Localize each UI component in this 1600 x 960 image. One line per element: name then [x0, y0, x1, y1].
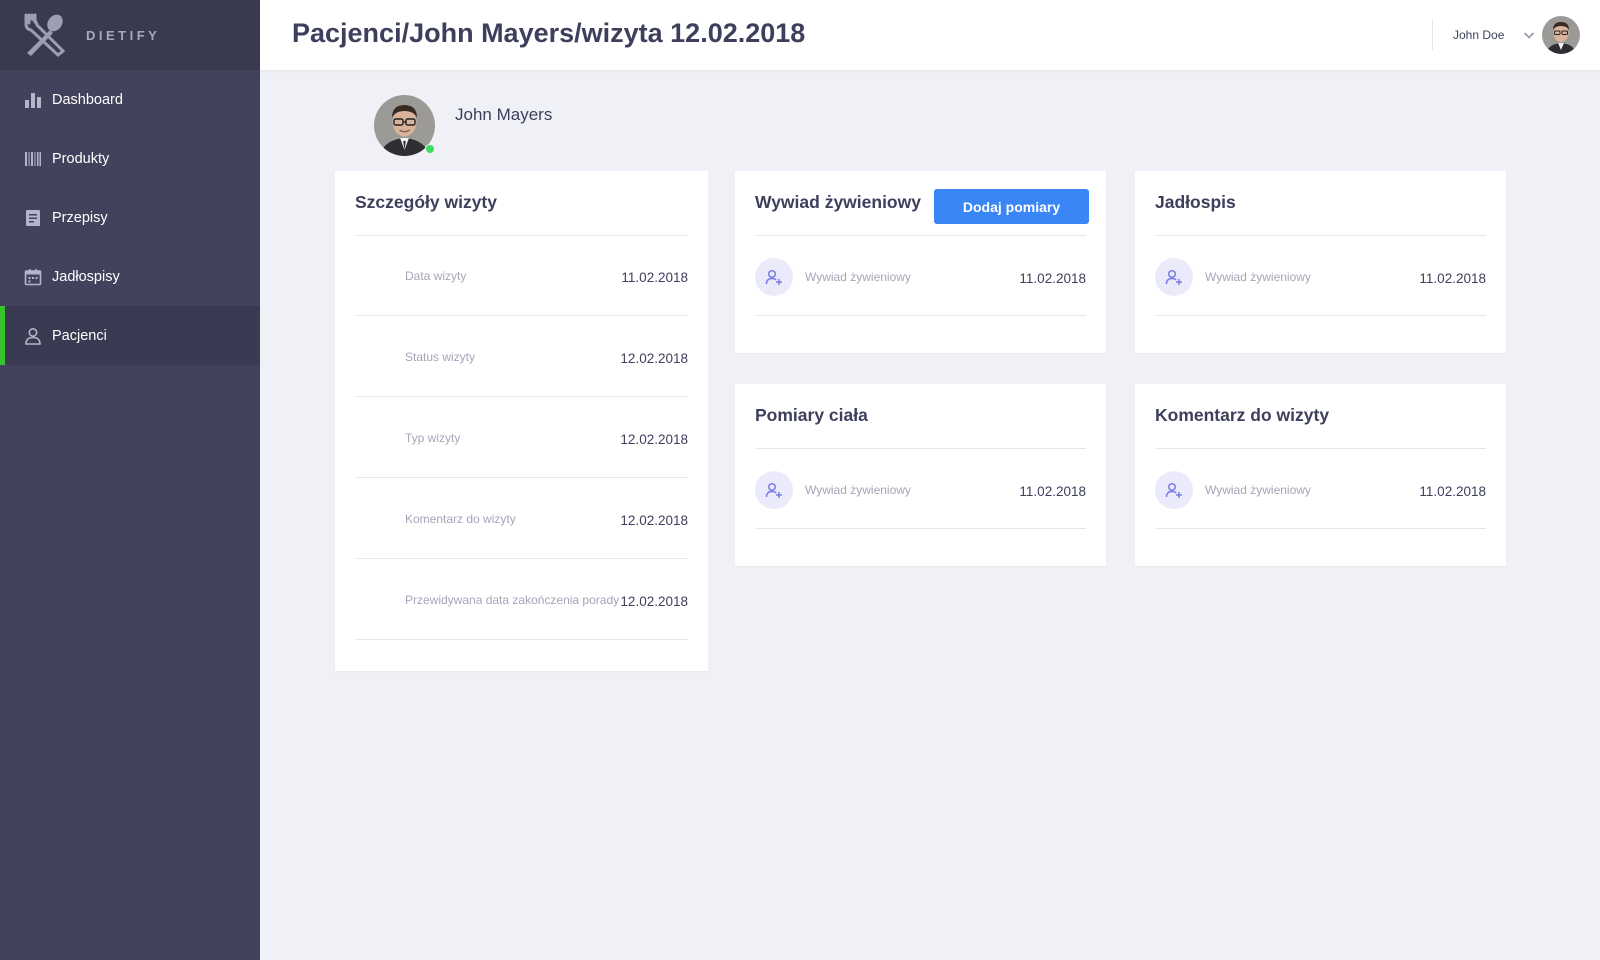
row-value: 11.02.2018 — [1019, 484, 1086, 499]
calendar-icon — [24, 268, 42, 286]
body-measurements-card: Pomiary ciała Wywiad żywieniowy 11.02.20… — [735, 384, 1106, 566]
sidebar-item-jadlospisy[interactable]: Jadłospisy — [0, 247, 260, 306]
chevron-down-icon[interactable] — [1523, 29, 1535, 41]
sidebar-item-label: Jadłospisy — [52, 268, 120, 285]
detail-label: Typ wizyty — [405, 431, 461, 445]
sidebar-item-pacjenci[interactable]: Pacjenci — [0, 306, 260, 365]
sidebar-item-label: Pacjenci — [52, 327, 107, 344]
list-item: Przewidywana data zakończenia porady 12.… — [355, 560, 688, 640]
add-user-icon[interactable] — [1155, 471, 1193, 509]
recipe-icon — [24, 209, 42, 227]
row-value: 11.02.2018 — [1419, 484, 1486, 499]
row-label: Wywiad żywieniowy — [805, 270, 911, 284]
visit-details-card: Szczegóły wizyty Data wizyty 11.02.2018 … — [335, 171, 708, 671]
brand[interactable]: DIETIFY — [0, 0, 260, 70]
sidebar-item-label: Dashboard — [52, 91, 123, 108]
sidebar-item-dashboard[interactable]: Dashboard — [0, 70, 260, 129]
list-item[interactable]: Wywiad żywieniowy 11.02.2018 — [1155, 236, 1486, 316]
add-measurements-button[interactable]: Dodaj pomiary — [934, 189, 1089, 224]
divider — [1432, 20, 1433, 50]
card-title: Jadłospis — [1155, 192, 1236, 212]
detail-value: 12.02.2018 — [620, 594, 688, 609]
patient-name: John Mayers — [455, 105, 553, 124]
list-item[interactable]: Wywiad żywieniowy 11.02.2018 — [1155, 449, 1486, 529]
detail-value: 12.02.2018 — [620, 513, 688, 528]
row-label: Wywiad żywieniowy — [805, 483, 911, 497]
user-name[interactable]: John Doe — [1453, 28, 1504, 42]
add-user-icon[interactable] — [755, 471, 793, 509]
bar-chart-icon — [24, 91, 42, 109]
list-item: Komentarz do wizyty 12.02.2018 — [355, 479, 688, 559]
add-user-icon[interactable] — [755, 258, 793, 296]
list-item: Data wizyty 11.02.2018 — [355, 236, 688, 316]
row-value: 11.02.2018 — [1019, 271, 1086, 286]
detail-value: 11.02.2018 — [621, 270, 688, 285]
row-value: 11.02.2018 — [1419, 271, 1486, 286]
meal-plan-card: Jadłospis Wywiad żywieniowy 11.02.2018 — [1135, 171, 1506, 353]
detail-label: Przewidywana data zakończenia porady — [405, 593, 620, 607]
visit-comment-card: Komentarz do wizyty Wywiad żywieniowy 11… — [1135, 384, 1506, 566]
add-user-icon[interactable] — [1155, 258, 1193, 296]
fork-spoon-icon — [24, 13, 66, 57]
patient-avatar[interactable] — [374, 95, 435, 156]
nutrition-interview-card: Wywiad żywieniowy Dodaj pomiary Wywiad ż… — [735, 171, 1106, 353]
card-title: Komentarz do wizyty — [1155, 405, 1330, 425]
card-title: Szczegóły wizyty — [355, 192, 497, 212]
sidebar-item-przepisy[interactable]: Przepisy — [0, 188, 260, 247]
sidebar-item-label: Przepisy — [52, 209, 108, 226]
detail-label: Komentarz do wizyty — [405, 512, 516, 526]
sidebar-nav: Dashboard Produkty Przepisy Jadłospisy P… — [0, 70, 260, 365]
barcode-icon — [24, 150, 42, 168]
list-item[interactable]: Wywiad żywieniowy 11.02.2018 — [755, 449, 1086, 529]
sidebar: DIETIFY Dashboard Produkty Przepisy Jadł… — [0, 0, 260, 960]
list-item: Typ wizyty 12.02.2018 — [355, 398, 688, 478]
card-title: Wywiad żywieniowy — [755, 192, 921, 212]
card-title: Pomiary ciała — [755, 405, 868, 425]
online-status-dot — [425, 144, 435, 154]
sidebar-item-produkty[interactable]: Produkty — [0, 129, 260, 188]
detail-value: 12.02.2018 — [620, 351, 688, 366]
row-label: Wywiad żywieniowy — [1205, 483, 1311, 497]
list-item: Status wizyty 12.02.2018 — [355, 317, 688, 397]
avatar[interactable] — [1542, 16, 1580, 54]
row-label: Wywiad żywieniowy — [1205, 270, 1311, 284]
detail-value: 12.02.2018 — [620, 432, 688, 447]
page-title: Pacjenci/John Mayers/wizyta 12.02.2018 — [292, 18, 806, 48]
list-item[interactable]: Wywiad żywieniowy 11.02.2018 — [755, 236, 1086, 316]
sidebar-item-label: Produkty — [52, 150, 110, 167]
top-bar: Pacjenci/John Mayers/wizyta 12.02.2018 J… — [260, 0, 1600, 70]
brand-name: DIETIFY — [86, 27, 161, 43]
user-icon — [24, 327, 42, 345]
detail-label: Data wizyty — [405, 269, 467, 283]
detail-label: Status wizyty — [405, 350, 476, 364]
